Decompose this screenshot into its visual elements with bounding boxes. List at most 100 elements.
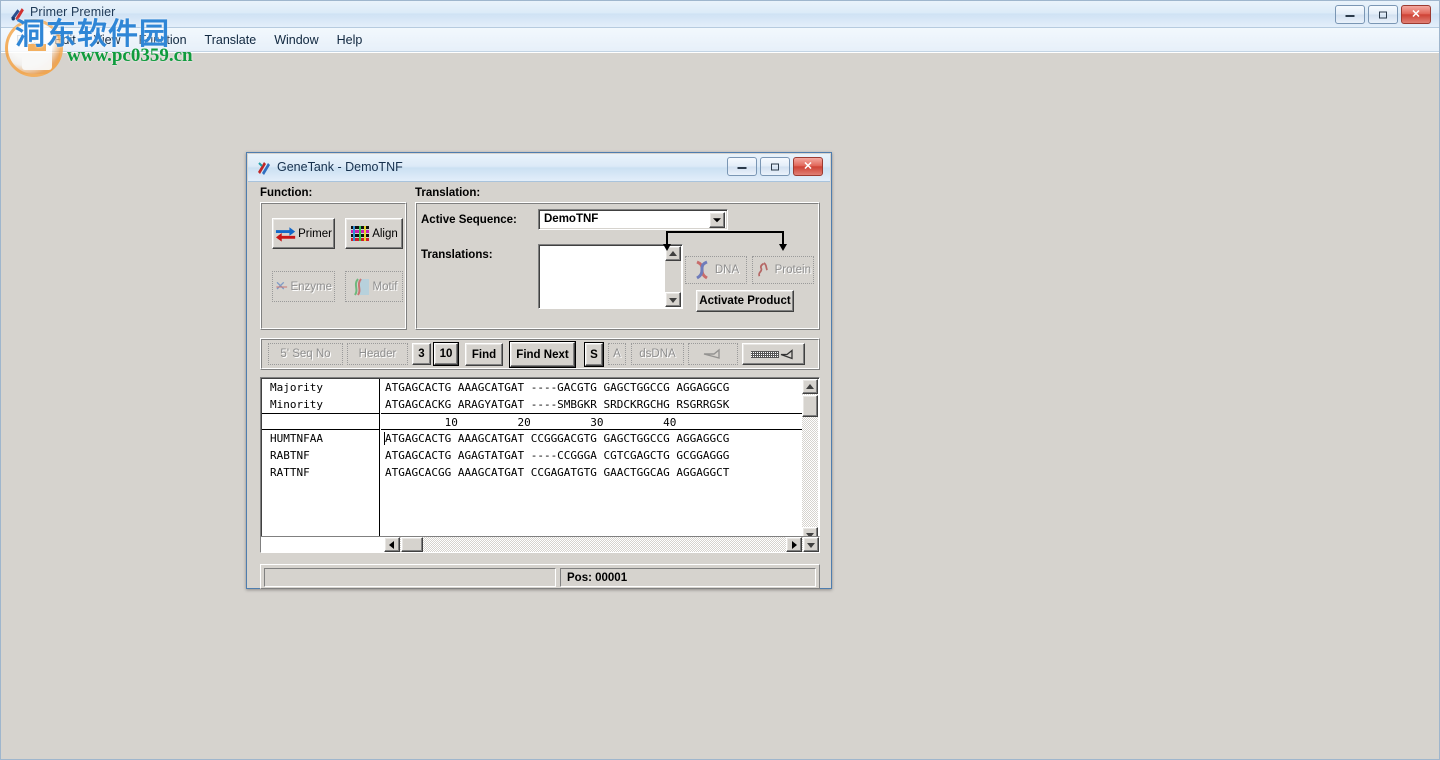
close-button[interactable]: ✕ [1401,5,1431,24]
linear-dna-button[interactable] [688,343,738,365]
dsdna-button-label: dsDNA [639,348,676,360]
translate-arrow-right-head [779,244,787,251]
enzyme-button-label: Enzyme [290,280,332,293]
sequence-vertical-scrollbar[interactable] [802,379,818,542]
menu-file[interactable]: File [7,30,45,50]
horizontal-scroll-thumb[interactable] [401,537,423,552]
translation-group-label: Translation: [415,187,481,199]
consensus-seq-majority: ATGAGCACTG AAAGCATGAT ----GACGTG GAGCTGG… [385,381,730,394]
sequence-seq-rattnf: ATGAGCACGG AAAGCATGAT CCGAGATGTG GAACTGG… [385,466,730,479]
minimize-button[interactable] [1335,5,1365,24]
ruler-name-blank [262,413,379,430]
genetank-icon [258,162,270,175]
frame-3-button[interactable]: 3 [412,343,431,365]
scroll-down-corner-icon[interactable] [803,537,819,552]
menu-window[interactable]: Window [265,30,327,50]
align-bars-icon [351,226,370,241]
menu-translate[interactable]: Translate [196,30,266,50]
antisense-button[interactable]: A [608,343,626,365]
function-group-label: Function: [260,187,313,199]
app-window-controls: ✕ [1335,5,1431,24]
sequence-alignment-pane[interactable]: Majority Minority HUMTNFAA RABTNF RATTNF… [260,377,820,544]
sequence-seq-humtnfaa: ATGAGCACTG AAAGCATGAT CCGGGACGTG GAGCTGG… [385,432,730,445]
motif-button[interactable]: Motif [345,271,403,302]
genetank-window-controls: ✕ [727,157,823,176]
primer-button[interactable]: Primer [272,218,335,249]
menu-view[interactable]: View [85,30,130,50]
menu-edit[interactable]: Edit [45,30,85,50]
primer-button-label: Primer [298,227,332,240]
translations-label: Translations: [421,249,493,261]
sequence-seq-rabtnf: ATGAGCACTG AGAGTATGAT ----CCGGGA CGTCGAG… [385,449,730,462]
restore-button[interactable] [1368,5,1398,24]
scroll-left-icon[interactable] [384,537,400,552]
active-sequence-combo[interactable]: DemoTNF [538,209,728,230]
translations-scrollbar[interactable] [665,246,681,307]
aligned-dna-icon [750,348,793,359]
sequence-name-rattnf: RATTNF [270,466,310,479]
application-window: Primer Premier ✕ File Edit View Function… [0,0,1440,760]
app-title: Primer Premier [30,5,116,19]
app-icon [11,8,24,21]
protein-icon [758,262,769,277]
genetank-window: GeneTank - DemoTNF ✕ Function: Primer Al… [246,152,832,589]
menu-help[interactable]: Help [328,30,372,50]
restore-button[interactable] [760,157,790,176]
consensus-name-minority: Minority [270,398,323,411]
translations-listbox[interactable] [538,244,683,309]
seq-no-button[interactable]: 5' Seq No [268,343,343,365]
application-titlebar: Primer Premier ✕ [1,1,1439,28]
activate-product-button[interactable]: Activate Product [696,290,794,312]
translate-arrow-bar [666,231,784,233]
header-button[interactable]: Header [347,343,408,365]
status-badge: Pos: 00001 [560,568,816,587]
genetank-body: Function: Primer Align Enzyme Motif Tran… [248,182,830,589]
sense-button[interactable]: S [584,342,604,367]
sequence-ruler: 10 20 30 40 [381,413,802,430]
vertical-scroll-thumb[interactable] [802,395,818,417]
mdi-client-area: GeneTank - DemoTNF ✕ Function: Primer Al… [1,52,1439,759]
statusbar: Pos: 00001 [260,564,820,589]
menubar: File Edit View Function Translate Window… [1,28,1439,52]
active-sequence-value: DemoTNF [544,213,599,225]
dna-button[interactable]: DNA [685,256,747,284]
minimize-button[interactable] [727,157,757,176]
close-button[interactable]: ✕ [793,157,823,176]
dsdna-button[interactable]: dsDNA [631,343,684,365]
find-next-button[interactable]: Find Next [509,341,576,368]
scroll-down-icon[interactable] [665,292,681,307]
motif-button-label: Motif [372,280,398,293]
enzyme-icon [276,281,288,289]
seq-no-button-label: 5' Seq No [280,348,331,360]
primer-arrows-icon [275,226,296,242]
sequence-name-humtnfaa: HUMTNFAA [270,432,323,445]
consensus-seq-minority: ATGAGCACKG ARAGYATGAT ----SMBGKR SRDCKRG… [385,398,730,411]
find-button[interactable]: Find [465,343,503,366]
protein-button[interactable]: Protein [752,256,814,284]
frame-10-button[interactable]: 10 [433,342,459,366]
sequence-horizontal-scrollbar[interactable] [260,536,820,553]
protein-button-label: Protein [774,264,811,276]
aligned-dna-button[interactable] [742,343,805,365]
align-button[interactable]: Align [345,218,403,249]
scroll-right-icon[interactable] [786,537,802,552]
dna-button-label: DNA [714,264,740,276]
active-sequence-label: Active Sequence: [421,214,517,226]
enzyme-button[interactable]: Enzyme [272,271,335,302]
sequence-text-column[interactable]: ATGAGCACTG AAAGCATGAT ----GACGTG GAGCTGG… [381,379,802,542]
scroll-up-icon[interactable] [802,379,818,394]
genetank-titlebar: GeneTank - DemoTNF ✕ [248,154,830,182]
text-caret [384,432,385,445]
align-button-label: Align [372,227,398,240]
sequence-name-rabtnf: RABTNF [270,449,310,462]
translate-arrow-left-head [663,244,671,251]
header-button-label: Header [358,348,397,360]
genetank-title: GeneTank - DemoTNF [277,160,403,174]
menu-function[interactable]: Function [130,30,196,50]
consensus-name-majority: Majority [270,381,323,394]
antisense-button-label: A [613,348,621,360]
chevron-down-icon[interactable] [709,212,725,228]
dna-helix-icon [695,260,708,280]
status-message [264,568,556,587]
linear-dna-icon [703,348,720,359]
